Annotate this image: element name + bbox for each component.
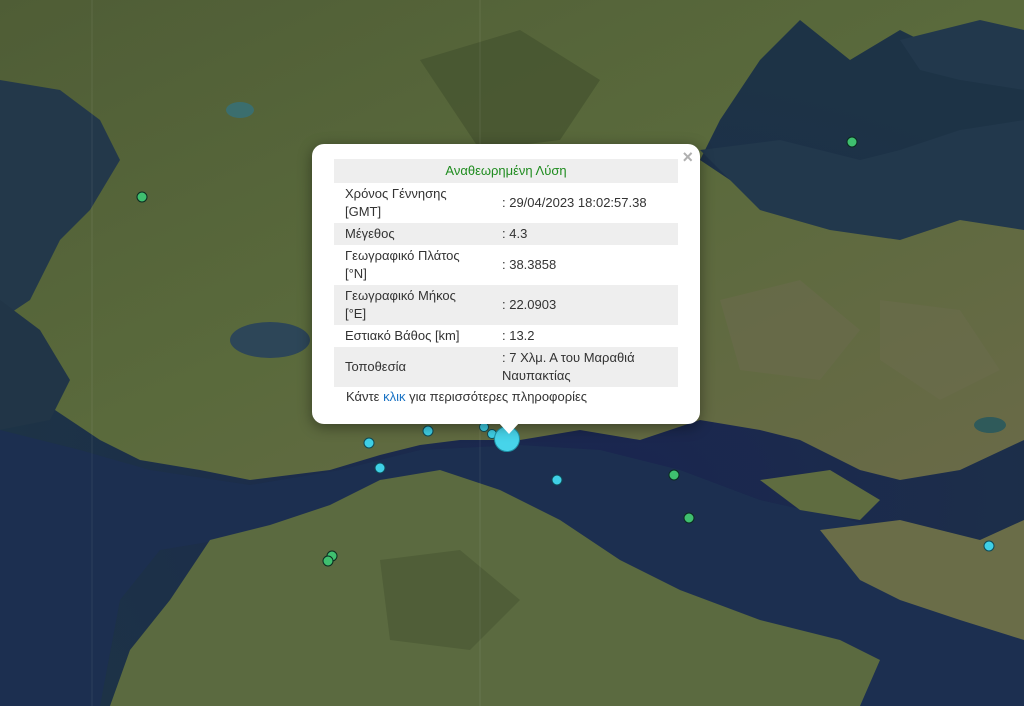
popup-tip xyxy=(498,422,520,434)
more-info-text: Κάντε κλικ για περισσότερες πληροφορίες xyxy=(346,389,587,404)
earthquake-marker[interactable] xyxy=(551,474,563,486)
earthquake-marker[interactable] xyxy=(846,136,858,148)
close-icon[interactable]: × xyxy=(682,148,693,166)
earthquake-marker[interactable] xyxy=(322,555,334,567)
earthquake-marker[interactable] xyxy=(422,425,434,437)
detail-label: Μέγεθος xyxy=(334,223,491,245)
detail-row-magnitude: Μέγεθος : 4.3 xyxy=(334,223,678,245)
satellite-map[interactable]: × Αναθεωρημένη Λύση Χρόνος Γέννησης [GMT… xyxy=(0,0,1024,706)
earthquake-marker[interactable] xyxy=(683,512,695,524)
earthquake-marker[interactable] xyxy=(136,191,148,203)
detail-label: Γεωγραφικό Μήκος [°E] xyxy=(334,285,491,325)
detail-row-longitude: Γεωγραφικό Μήκος [°E] : 22.0903 xyxy=(334,285,678,325)
earthquake-marker[interactable] xyxy=(363,437,375,449)
detail-row-location: Τοποθεσία : 7 Χλμ. Α του Μαραθιά Ναυπακτ… xyxy=(334,347,678,387)
detail-row-origin-time: Χρόνος Γέννησης [GMT] : 29/04/2023 18:02… xyxy=(334,183,678,223)
detail-label: Τοποθεσία xyxy=(334,347,491,387)
popup-title: Αναθεωρημένη Λύση xyxy=(334,159,678,183)
detail-value: : 4.3 xyxy=(491,223,678,245)
detail-row-latitude: Γεωγραφικό Πλάτος [°N] : 38.3858 xyxy=(334,245,678,285)
detail-label: Χρόνος Γέννησης [GMT] xyxy=(345,186,447,219)
detail-label: Γεωγραφικό Πλάτος [°N] xyxy=(345,248,460,281)
earthquake-marker[interactable] xyxy=(668,469,680,481)
detail-value: : 38.3858 xyxy=(502,257,557,272)
popup-title-row: Αναθεωρημένη Λύση xyxy=(334,159,678,183)
detail-value: : 7 Χλμ. Α του Μαραθιά Ναυπακτίας xyxy=(491,347,678,387)
more-info-suffix: για περισσότερες πληροφορίες xyxy=(405,389,588,404)
earthquake-details-table: Αναθεωρημένη Λύση Χρόνος Γέννησης [GMT] … xyxy=(334,159,678,387)
detail-label: Εστιακό Βάθος [km] xyxy=(345,328,460,343)
detail-value: : 22.0903 xyxy=(491,285,678,325)
more-info-prefix: Κάντε xyxy=(346,389,384,404)
earthquake-info-popup: × Αναθεωρημένη Λύση Χρόνος Γέννησης [GMT… xyxy=(312,144,700,434)
more-info-link[interactable]: κλικ xyxy=(383,389,405,404)
detail-row-depth: Εστιακό Βάθος [km] : 13.2 xyxy=(334,325,678,347)
earthquake-marker[interactable] xyxy=(374,462,386,474)
earthquake-marker[interactable] xyxy=(983,540,995,552)
detail-value: : 29/04/2023 18:02:57.38 xyxy=(502,195,647,210)
detail-value: : 13.2 xyxy=(502,328,535,343)
